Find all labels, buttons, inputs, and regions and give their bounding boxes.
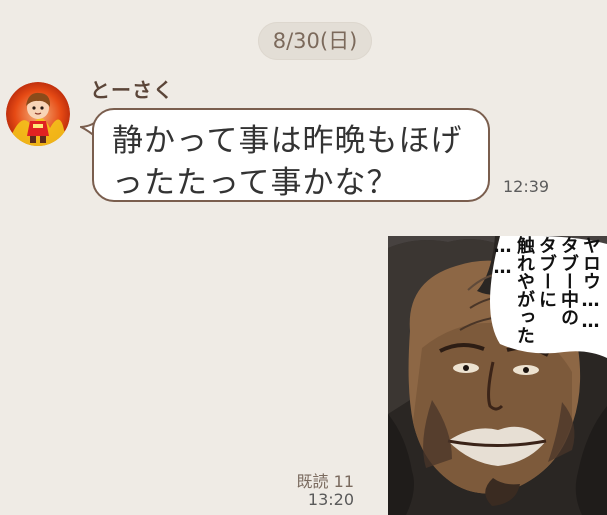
outgoing-message-time: 13:20 xyxy=(307,490,354,509)
avatar-icon xyxy=(6,82,70,146)
sticker-caption: ヤロウ…… タブー中の タブーに 触れやがった …… xyxy=(492,236,601,344)
sender-name[interactable]: とーさく xyxy=(90,74,174,103)
date-divider: 8/30(日) xyxy=(258,22,372,60)
read-status: 既読 11 xyxy=(296,472,354,491)
incoming-message-bubble[interactable]: 静かって事は昨晩もほげ ったたって事かな？ xyxy=(78,108,496,206)
outgoing-sticker[interactable]: ヤロウ…… タブー中の タブーに 触れやがった …… xyxy=(388,236,607,515)
incoming-message-text: 静かって事は昨晩もほげ ったたって事かな？ xyxy=(112,123,463,201)
sender-avatar[interactable] xyxy=(6,82,70,146)
incoming-message-time: 12:39 xyxy=(503,177,550,196)
